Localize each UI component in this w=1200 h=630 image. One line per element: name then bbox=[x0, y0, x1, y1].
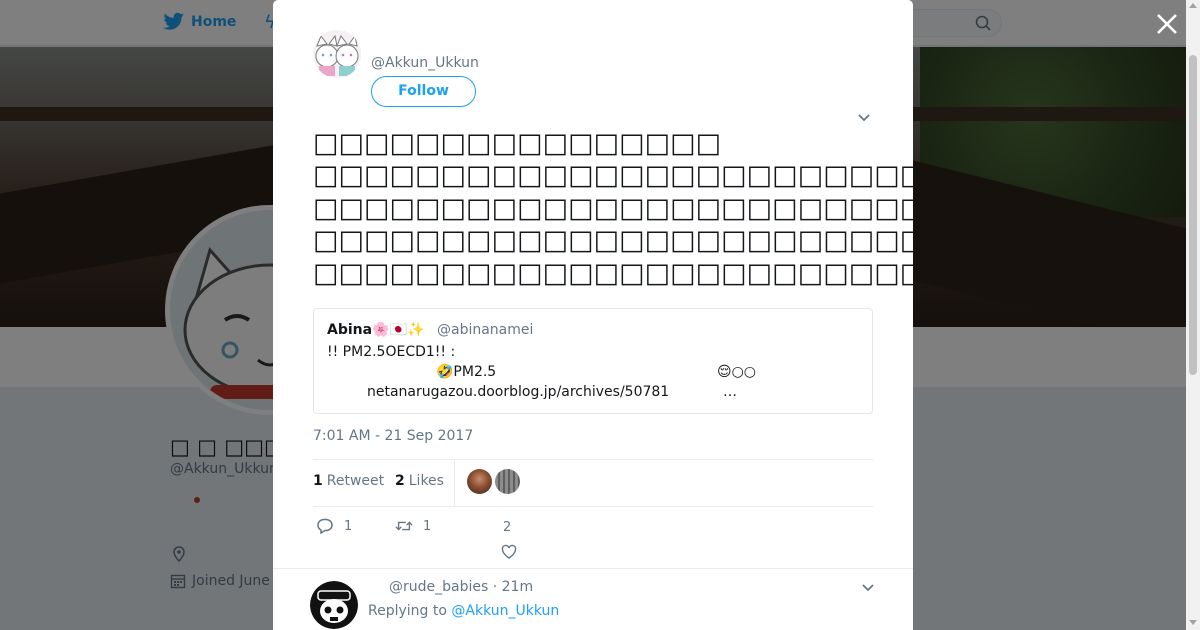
quoted-text-line: !! PM2.5OECD1!! : bbox=[327, 344, 456, 360]
tweet-modal: @Akkun_Ukkun Follow □□□□□□□□□□□□□□□□ □□□□… bbox=[273, 0, 913, 630]
skull-avatar bbox=[310, 581, 358, 629]
quoted-author-emoji: 🌸🇯🇵✨ bbox=[372, 322, 425, 338]
quoted-ellipsis: … bbox=[723, 384, 737, 400]
like-stat[interactable]: 2 Likes bbox=[395, 473, 444, 489]
reply-button[interactable]: 1 bbox=[316, 518, 352, 534]
tweet-line: □□□□□□□□□□□□□□□□ bbox=[313, 128, 722, 159]
reply-count: 1 bbox=[344, 518, 353, 534]
quoted-text-line: 😌○○ bbox=[717, 364, 757, 380]
like-stat-label: Likes bbox=[408, 473, 444, 489]
replying-to-prefix: Replying to bbox=[368, 603, 447, 619]
tweet-timestamp[interactable]: 7:01 AM - 21 Sep 2017 bbox=[313, 428, 473, 444]
quoted-author-name-text: Abina bbox=[327, 322, 373, 338]
scroll-down-arrow[interactable] bbox=[1189, 620, 1197, 625]
tweet-line: □□□□□□□□□□□□□□□□□□□□□□□□□□□□□□□□□□□□□□□□… bbox=[313, 160, 913, 192]
stat-divider bbox=[454, 460, 455, 506]
scrollbar-thumb[interactable] bbox=[1189, 55, 1197, 375]
close-icon[interactable] bbox=[1154, 11, 1180, 37]
page-scrollbar[interactable] bbox=[1186, 0, 1200, 630]
replying-to: Replying to @Akkun_Ukkun bbox=[368, 603, 559, 619]
quoted-author-name: Abina🌸🇯🇵✨ bbox=[327, 322, 424, 338]
quoted-tweet[interactable]: Abina🌸🇯🇵✨ @abinanamei !! PM2.5OECD1!! : … bbox=[313, 308, 873, 414]
like-stat-count: 2 bbox=[395, 473, 405, 489]
reply-icon bbox=[317, 518, 333, 534]
liker-avatar[interactable] bbox=[467, 469, 492, 494]
divider bbox=[313, 506, 873, 507]
chevron-down-icon[interactable] bbox=[861, 583, 875, 593]
cat-pair-avatar bbox=[313, 30, 361, 78]
reply-tweet[interactable]: @rude_babies · 21m Replying to @Akkun_Uk… bbox=[273, 568, 913, 630]
quoted-author-handle: @abinanamei bbox=[437, 322, 534, 338]
retweet-stat-label: Retweet bbox=[326, 473, 385, 489]
author-avatar[interactable] bbox=[313, 30, 361, 78]
divider bbox=[313, 459, 873, 460]
chevron-down-icon[interactable] bbox=[857, 113, 871, 123]
author-handle[interactable]: @Akkun_Ukkun bbox=[371, 55, 479, 71]
heart-icon[interactable] bbox=[501, 544, 517, 560]
quoted-link-text: netanarugazou.doorblog.jp/archives/50781 bbox=[367, 384, 670, 400]
retweet-stat-count: 1 bbox=[313, 473, 323, 489]
liker-avatar[interactable] bbox=[495, 469, 520, 494]
retweet-icon bbox=[395, 521, 413, 531]
reply-author-avatar[interactable] bbox=[310, 581, 358, 629]
tweet-line: □□□□□□□□□□□□□□□□□□□□□□□□□□□□ bbox=[313, 192, 913, 224]
tweet-line: □□□□□□□□□□□□□□□□□□□□□□□□□□□□□□□□□□□□□□□□… bbox=[313, 225, 913, 257]
tweet-text: □□□□□□□□□□□□□□□□ □□□□□□□□□□□□□□□□□□□□□□□□… bbox=[313, 128, 913, 290]
retweet-button[interactable]: 1 bbox=[395, 518, 431, 534]
reply-author-handle[interactable]: @rude_babies · 21m bbox=[389, 579, 533, 595]
quoted-text-line: 🤣PM2.5 bbox=[436, 364, 497, 380]
tweet-line: □□□□□□□□□□□□□□□□□□□□□□□□□□□□□ bbox=[313, 257, 913, 289]
retweet-count: 1 bbox=[423, 518, 432, 534]
retweet-stat[interactable]: 1 Retweet bbox=[313, 473, 384, 489]
scroll-up-arrow[interactable] bbox=[1189, 3, 1197, 8]
like-count: 2 bbox=[503, 520, 512, 535]
follow-button[interactable]: Follow bbox=[371, 76, 476, 107]
replying-to-link[interactable]: @Akkun_Ukkun bbox=[451, 603, 559, 619]
